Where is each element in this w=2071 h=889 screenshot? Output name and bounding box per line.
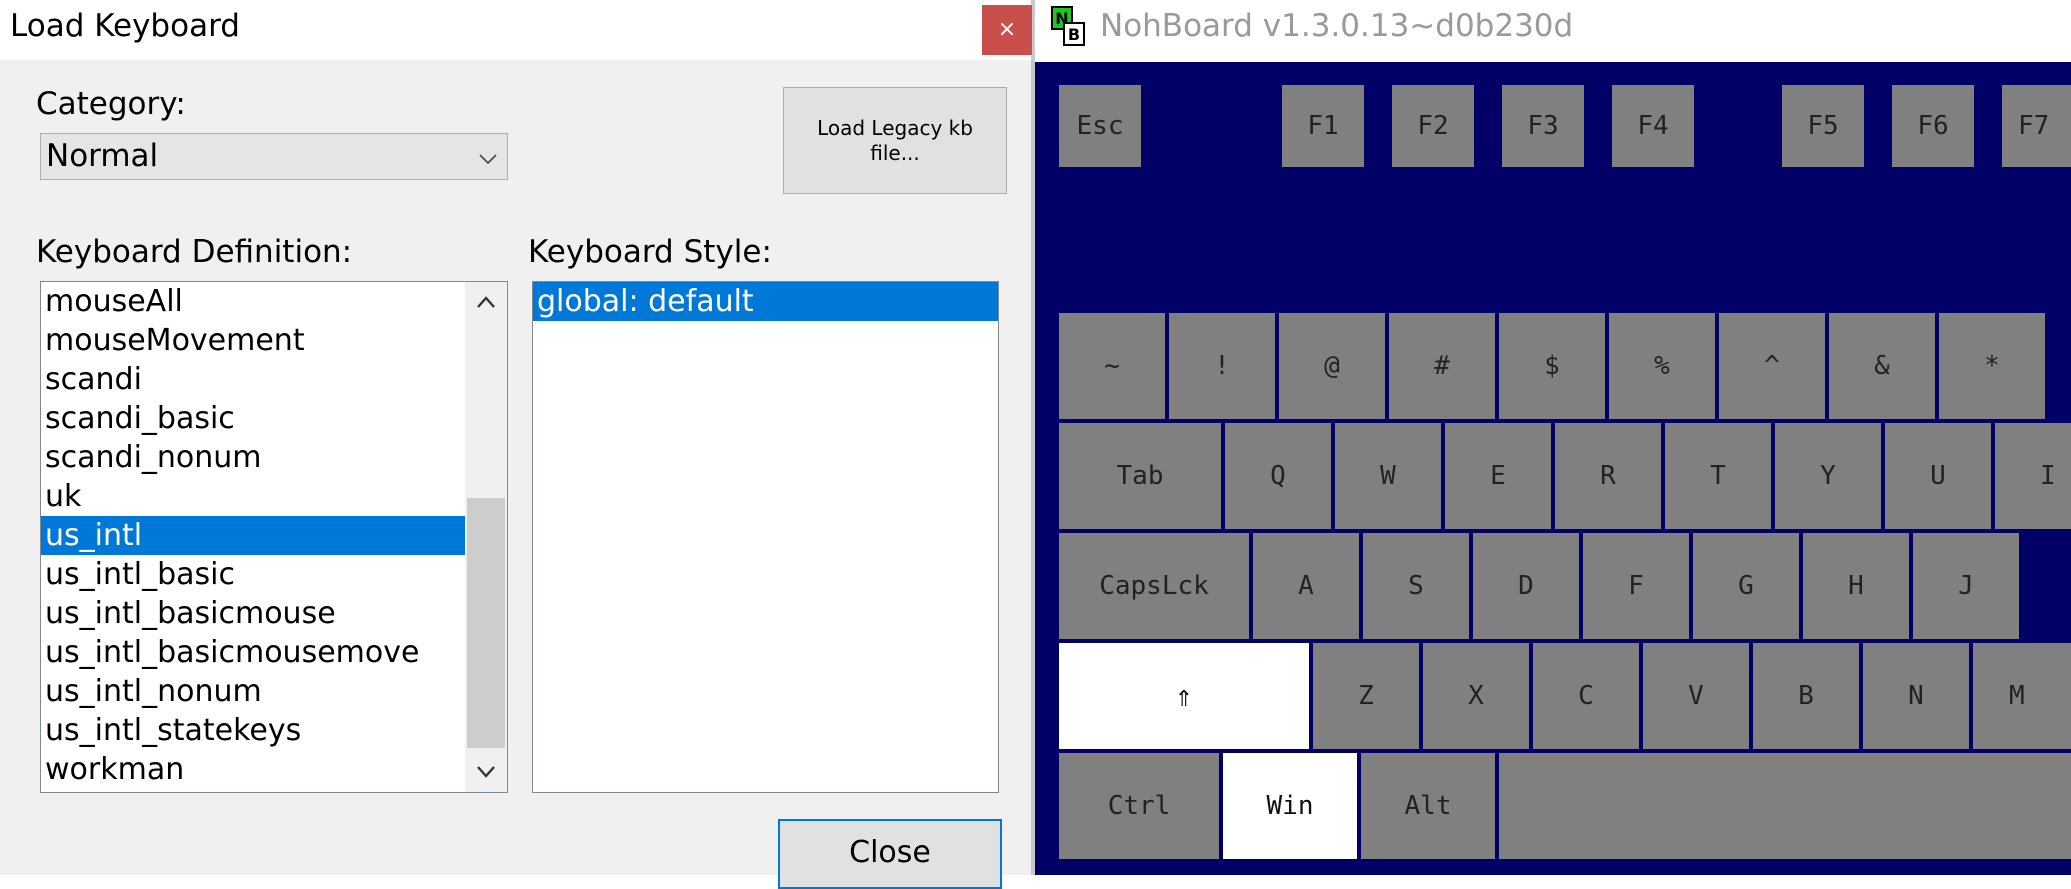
key-m: M (1972, 642, 2071, 750)
key-percent: % (1608, 312, 1716, 420)
key-dollar: $ (1498, 312, 1606, 420)
key-d: D (1472, 532, 1580, 640)
key-alt: Alt (1360, 752, 1496, 860)
key-f: F (1582, 532, 1690, 640)
key-y: Y (1774, 422, 1882, 530)
keyboard-style-list[interactable]: global: default (532, 281, 999, 793)
key-capslock: CapsLck (1058, 532, 1250, 640)
key-s: S (1362, 532, 1470, 640)
definition-item[interactable]: scandi_nonum (41, 438, 507, 477)
key-u: U (1884, 422, 1992, 530)
key-b: B (1752, 642, 1860, 750)
definition-item[interactable]: us_intl_nonum (41, 672, 507, 711)
key-f3: F3 (1501, 84, 1585, 168)
nohboard-titlebar: N B NohBoard v1.3.0.13~d0b230d (1035, 0, 2071, 62)
category-value: Normal (46, 138, 159, 174)
style-items: global: default (533, 282, 998, 321)
key-asterisk: * (1938, 312, 2046, 420)
key-g: G (1692, 532, 1800, 640)
definition-item[interactable]: uk (41, 477, 507, 516)
key-c: C (1532, 642, 1640, 750)
definition-item[interactable]: mouseMovement (41, 321, 507, 360)
key-at: @ (1278, 312, 1386, 420)
key-f7: F7 (2001, 84, 2071, 168)
close-icon[interactable]: × (982, 5, 1032, 55)
key-h: H (1802, 532, 1910, 640)
vertical-scrollbar[interactable] (465, 282, 507, 792)
key-i: I (1994, 422, 2071, 530)
category-dropdown[interactable]: Normal (40, 133, 508, 180)
key-caret: ^ (1718, 312, 1826, 420)
definition-item[interactable]: scandi_basic (41, 399, 507, 438)
key-a: A (1252, 532, 1360, 640)
key-shift: ⇑ (1058, 642, 1310, 750)
key-e: E (1444, 422, 1552, 530)
key-space (1498, 752, 2071, 860)
key-ampersand: & (1828, 312, 1936, 420)
definition-item[interactable]: us_intl_basicmousemove (41, 633, 507, 672)
category-label: Category: (36, 86, 186, 122)
key-esc: Esc (1058, 84, 1142, 168)
key-v: V (1642, 642, 1750, 750)
load-legacy-button[interactable]: Load Legacy kb file... (783, 87, 1007, 194)
key-t: T (1664, 422, 1772, 530)
key-tilde: ~ (1058, 312, 1166, 420)
dialog-titlebar: Load Keyboard × (0, 0, 1032, 60)
svg-text:B: B (1068, 25, 1080, 44)
keyboard-definition-list[interactable]: mouseAll mouseMovement scandi scandi_basic s… (40, 281, 508, 793)
key-z: Z (1312, 642, 1420, 750)
close-button[interactable]: Close (778, 819, 1002, 889)
scroll-thumb[interactable] (467, 498, 505, 748)
key-x: X (1422, 642, 1530, 750)
definition-item[interactable]: us_intl_statekeys (41, 711, 507, 750)
definition-item[interactable]: us_intl_basic (41, 555, 507, 594)
style-label: Keyboard Style: (528, 234, 772, 270)
key-win: Win (1222, 752, 1358, 860)
key-j: J (1912, 532, 2020, 640)
scroll-up-icon[interactable] (465, 282, 507, 322)
key-f6: F6 (1891, 84, 1975, 168)
key-r: R (1554, 422, 1662, 530)
key-hash: # (1388, 312, 1496, 420)
key-f5: F5 (1781, 84, 1865, 168)
scroll-down-icon[interactable] (465, 752, 507, 792)
key-q: Q (1224, 422, 1332, 530)
nohboard-window: N B NohBoard v1.3.0.13~d0b230d Esc F1 F2… (1035, 0, 2071, 875)
definition-items: mouseAll mouseMovement scandi scandi_basic s… (41, 282, 507, 789)
style-item[interactable]: global: default (533, 282, 998, 321)
nohboard-logo-icon: N B (1051, 6, 1085, 46)
key-w: W (1334, 422, 1442, 530)
key-ctrl: Ctrl (1058, 752, 1220, 860)
chevron-down-icon (479, 150, 497, 169)
key-tab: Tab (1058, 422, 1222, 530)
definition-item[interactable]: mouseAll (41, 282, 507, 321)
keyboard-canvas: Esc F1 F2 F3 F4 F5 F6 F7 ~ ! @ # $ % ^ &… (1035, 62, 2071, 875)
key-n: N (1862, 642, 1970, 750)
dialog-title: Load Keyboard (10, 8, 240, 44)
key-f1: F1 (1281, 84, 1365, 168)
key-exclamation: ! (1168, 312, 1276, 420)
load-keyboard-dialog: Load Keyboard × Category: Normal Load Le… (0, 0, 1035, 889)
definition-item[interactable]: scandi (41, 360, 507, 399)
key-f4: F4 (1611, 84, 1695, 168)
definition-item[interactable]: us_intl_basicmouse (41, 594, 507, 633)
key-f2: F2 (1391, 84, 1475, 168)
nohboard-title: NohBoard v1.3.0.13~d0b230d (1100, 8, 1574, 44)
definition-item[interactable]: workman (41, 750, 507, 789)
definition-item[interactable]: us_intl (41, 516, 507, 555)
definition-label: Keyboard Definition: (36, 234, 353, 270)
